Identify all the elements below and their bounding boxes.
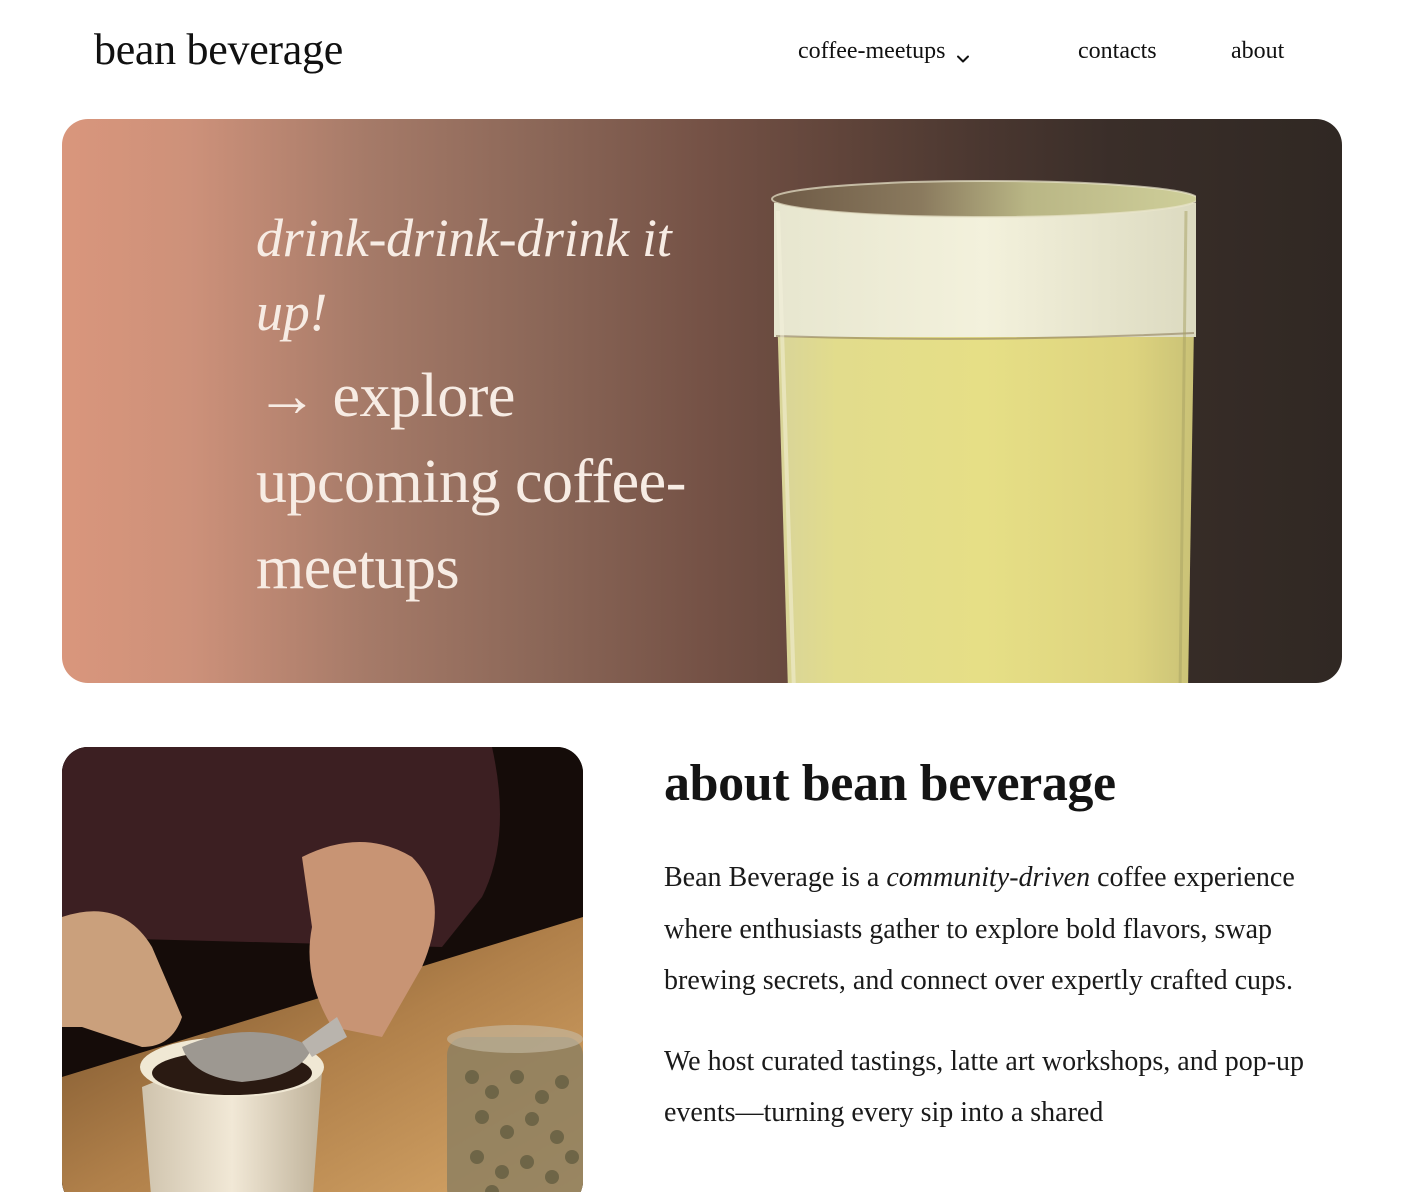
nav-contacts-link[interactable]: contacts — [1078, 34, 1157, 68]
about-paragraph-1-emphasis: community-driven — [886, 862, 1091, 893]
hero-tagline: drink-drink-drink it up! — [256, 208, 672, 342]
brand-logo-link[interactable]: bean beverage — [94, 22, 343, 78]
matcha-latte-image — [768, 171, 1196, 683]
about-paragraph-1-text: Bean Beverage is a — [664, 862, 887, 893]
about-paragraph-1: Bean Beverage is a community-driven coff… — [664, 852, 1354, 1007]
nav-coffee-meetups-label: coffee-meetups — [798, 38, 946, 64]
page: bean beverage coffee-meetups contacts ab… — [0, 0, 1408, 1192]
hero-banner: drink-drink-drink it up! → explore upcom… — [62, 119, 1342, 683]
nav-about-link[interactable]: about — [1231, 34, 1284, 68]
nav-coffee-meetups-dropdown[interactable]: coffee-meetups — [798, 34, 971, 68]
about-body: Bean Beverage is a community-driven coff… — [664, 852, 1354, 1168]
about-heading: about bean beverage — [664, 755, 1116, 812]
chevron-down-icon — [955, 43, 971, 63]
about-paragraph-2: We host curated tastings, latte art work… — [664, 1045, 1305, 1129]
hero-text-block: drink-drink-drink it up! → explore upcom… — [256, 201, 696, 611]
coffee-cupping-photo — [62, 747, 583, 1192]
explore-meetups-link[interactable]: → explore upcoming coffee-meetups — [256, 353, 696, 611]
